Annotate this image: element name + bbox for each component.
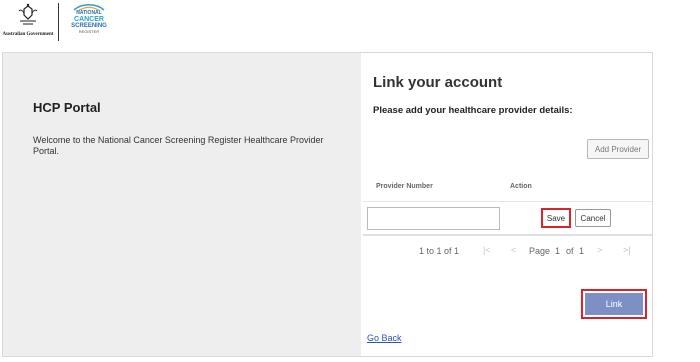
save-button[interactable]: Save [541,208,571,228]
last-page-icon[interactable]: >| [623,245,631,255]
link-account-card: HCP Portal Welcome to the National Cance… [2,52,653,357]
portal-title: HCP Portal [33,100,101,115]
previous-page-icon[interactable]: < [511,245,516,255]
provider-table-header: Provider Number Action [363,175,652,201]
coat-of-arms-icon [18,3,38,25]
hcp-portal-panel: HCP Portal Welcome to the National Cance… [3,53,361,356]
link-button[interactable]: Link [585,293,643,315]
column-header-provider-number: Provider Number [376,183,433,190]
add-provider-button[interactable]: Add Provider [587,139,649,159]
first-page-icon[interactable]: |< [483,245,491,255]
table-row: Save Cancel [363,203,652,233]
australian-government-logo: Australian Government [2,3,54,43]
cancel-button[interactable]: Cancel [575,209,611,227]
table-divider [363,201,652,202]
portal-welcome-text: Welcome to the National Cancer Screening… [33,135,324,156]
ncsr-logo: NATIONAL CANCER SCREENING REGISTER [64,2,114,42]
link-account-subtitle: Please add your healthcare provider deta… [373,105,573,116]
header: Australian Government NATIONAL CANCER SC… [0,0,700,50]
link-account-panel: Link your account Please add your health… [361,53,652,356]
logo-divider [58,3,59,41]
ncsr-logo-line4: REGISTER [78,29,100,34]
gov-logo-name: Australian Government [2,32,54,37]
pagination: 1 to 1 of 1 |< < Page 1 of 1 > >| [361,243,652,259]
page-total: 1 [579,246,585,256]
provider-number-input[interactable] [367,207,500,230]
pagination-summary: 1 to 1 of 1 [419,246,460,256]
row-divider [363,234,652,236]
page-number: 1 [555,246,561,256]
next-page-icon[interactable]: > [597,245,602,255]
ncsr-logo-line2: CANCER [74,16,104,23]
link-account-title: Link your account [373,74,503,91]
go-back-link[interactable]: Go Back [367,333,402,343]
page-label: Page [529,246,551,256]
page: Australian Government NATIONAL CANCER SC… [0,0,700,362]
link-button-highlight: Link [581,289,647,319]
page-of-label: of [566,246,574,256]
column-header-action: Action [510,183,532,190]
